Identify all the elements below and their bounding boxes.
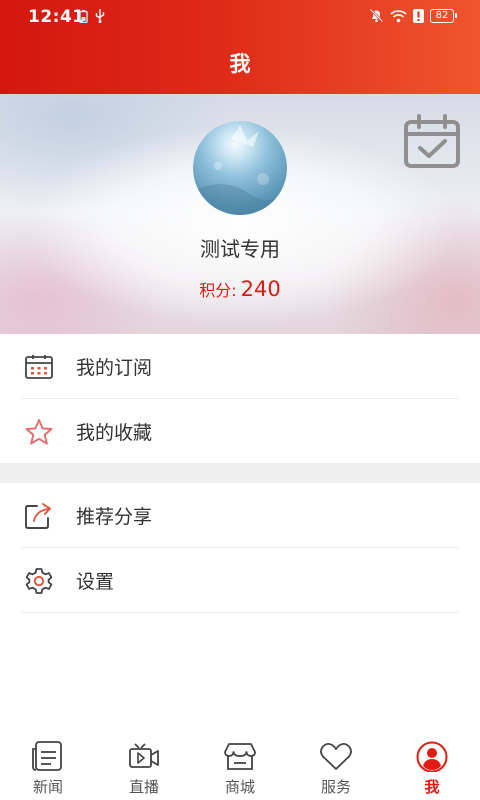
gear-icon [25, 568, 53, 594]
calendar-icon [25, 355, 53, 379]
tab-me[interactable]: 我 [384, 736, 480, 800]
page-title: 我 [229, 52, 251, 76]
tab-live[interactable]: 直播 [96, 736, 192, 800]
status-right-icons: 82 [369, 8, 457, 23]
status-left-icons [79, 9, 105, 23]
menu-item-favorites[interactable]: 我的收藏 [0, 399, 480, 463]
divider [22, 612, 458, 613]
tab-label: 商城 [224, 778, 255, 796]
section-separator [0, 463, 480, 483]
user-icon [416, 741, 448, 772]
wifi-icon [390, 9, 407, 22]
menu-item-settings[interactable]: 设置 [0, 548, 480, 612]
tab-services[interactable]: 服务 [288, 736, 384, 800]
tab-news[interactable]: 新闻 [0, 736, 96, 800]
menu-item-subscriptions[interactable]: 我的订阅 [0, 334, 480, 398]
menu-item-share[interactable]: 推荐分享 [0, 483, 480, 547]
heart-icon [320, 742, 352, 770]
app-header: 12:41 82 我 [0, 0, 480, 94]
tab-label: 直播 [128, 778, 159, 796]
mute-bell-icon [369, 8, 384, 23]
avatar[interactable] [193, 121, 287, 215]
share-icon [25, 503, 51, 529]
star-icon [25, 419, 53, 445]
battery-indicator: 82 [430, 8, 457, 23]
checkin-calendar-icon[interactable] [403, 114, 461, 168]
tab-label: 新闻 [32, 778, 63, 796]
points: 积分: 240 [0, 277, 480, 301]
username: 测试专用 [200, 237, 280, 261]
store-icon [224, 743, 256, 770]
menu-item-label: 我的订阅 [76, 356, 153, 379]
usb-icon [95, 9, 105, 23]
status-time: 12:41 [28, 7, 85, 27]
avatar-image [193, 125, 287, 215]
bottom-tab-bar: 新闻 直播 商城 服务 我 [0, 736, 480, 800]
menu-item-label: 设置 [76, 570, 115, 593]
tab-store[interactable]: 商城 [192, 736, 288, 800]
tab-label: 服务 [320, 778, 351, 796]
menu-item-label: 推荐分享 [76, 505, 153, 528]
profile-hero: 测试专用 积分: 240 [0, 94, 480, 334]
video-icon [129, 743, 159, 768]
battery-saver-icon [79, 9, 88, 23]
points-value: 240 [240, 277, 281, 301]
news-icon [32, 741, 62, 771]
points-label: 积分: [199, 281, 237, 300]
alert-icon [413, 8, 424, 23]
menu-item-label: 我的收藏 [76, 421, 153, 444]
tab-label: 我 [424, 778, 440, 796]
